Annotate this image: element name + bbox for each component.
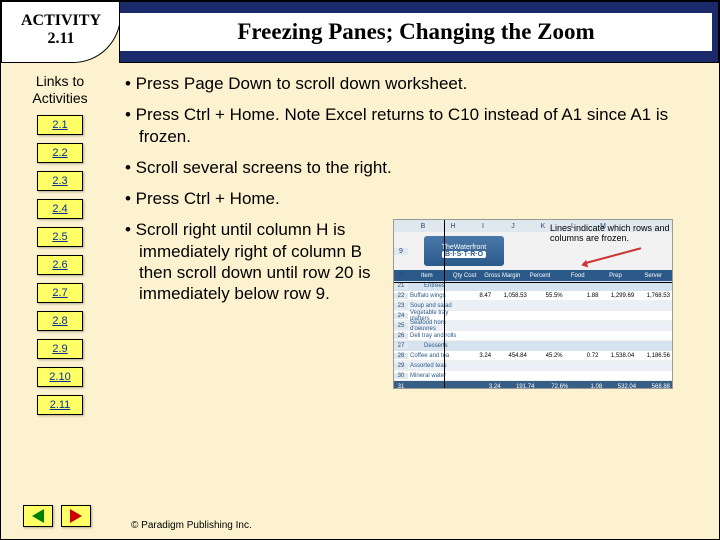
- next-button[interactable]: [61, 505, 91, 527]
- table-row: 26Deli tray and rolls: [394, 331, 672, 341]
- prev-button[interactable]: [23, 505, 53, 527]
- link-2-3[interactable]: 2.3: [37, 171, 83, 191]
- copyright: © Paradigm Publishing Inc.: [131, 520, 252, 531]
- link-2-1[interactable]: 2.1: [37, 115, 83, 135]
- bullet-1: • Press Page Down to scroll down workshe…: [125, 73, 705, 94]
- table-row: 22 Buffalo wings 8.47 1,058.53 55.5% 1.8…: [394, 291, 672, 301]
- sidebar: Links to Activities 2.1 2.2 2.3 2.4 2.5 …: [1, 63, 119, 493]
- link-2-6[interactable]: 2.6: [37, 255, 83, 275]
- table-row: 25Seafood hors d'oeuvres: [394, 321, 672, 331]
- figure-total-row: 31 3.24 191.74 72.6% 1.08 532.04 568.88: [394, 381, 672, 389]
- link-2-4[interactable]: 2.4: [37, 199, 83, 219]
- bullet-3: • Scroll several screens to the right.: [125, 157, 705, 178]
- link-2-2[interactable]: 2.2: [37, 143, 83, 163]
- figure-category-2: 27Desserts: [394, 341, 672, 351]
- activity-badge: ACTIVITY 2.11: [1, 1, 121, 63]
- activity-number: 2.11: [47, 30, 74, 48]
- arrow-right-icon: [70, 509, 82, 523]
- bistro-logo: TheWaterfront B·I·S·T·R·O: [424, 236, 504, 266]
- bullet-5: • Scroll right until column H is immedia…: [125, 219, 385, 304]
- table-row: 30Mineral water: [394, 371, 672, 381]
- bullet-2: • Press Ctrl + Home. Note Excel returns …: [125, 104, 705, 147]
- freeze-line-horizontal: [394, 282, 672, 283]
- excel-screenshot: Lines indicate which rows and columns ar…: [393, 219, 673, 389]
- title-bar: Freezing Panes; Changing the Zoom: [119, 1, 719, 63]
- activity-label: ACTIVITY: [21, 12, 101, 30]
- nav-arrows: [23, 505, 91, 527]
- link-2-7[interactable]: 2.7: [37, 283, 83, 303]
- content: • Press Page Down to scroll down workshe…: [119, 63, 719, 493]
- table-row: 29Assorted teas: [394, 361, 672, 371]
- link-2-11[interactable]: 2.11: [37, 395, 83, 415]
- link-2-8[interactable]: 2.8: [37, 311, 83, 331]
- figure-caption: Lines indicate which rows and columns ar…: [550, 224, 670, 244]
- link-2-5[interactable]: 2.5: [37, 227, 83, 247]
- link-2-9[interactable]: 2.9: [37, 339, 83, 359]
- sidebar-heading: Links to Activities: [7, 73, 113, 107]
- table-row: 28 Coffee and tea 3.24 454.84 45.2% 0.72…: [394, 351, 672, 361]
- arrow-left-icon: [32, 509, 44, 523]
- freeze-line-vertical: [444, 220, 445, 388]
- figure-table-headers: 20 Item Qty Cost Gross Margin Percent Fo…: [394, 270, 672, 281]
- page-title: Freezing Panes; Changing the Zoom: [120, 13, 712, 51]
- bullet-4: • Press Ctrl + Home.: [125, 188, 705, 209]
- link-2-10[interactable]: 2.10: [37, 367, 83, 387]
